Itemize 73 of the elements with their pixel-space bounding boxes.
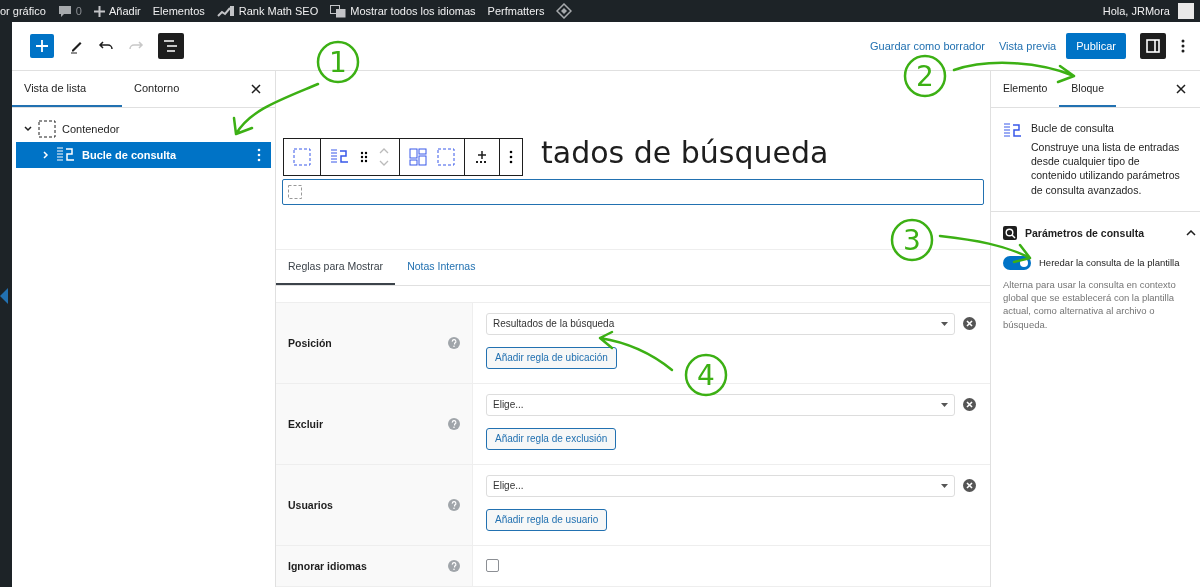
dropdown-arrow-icon [941, 403, 948, 407]
remove-icon[interactable] [963, 398, 976, 412]
dashed-square-icon [288, 184, 302, 199]
translate-icon [330, 4, 347, 18]
admin-bar-link[interactable]: Perfmatters [481, 5, 551, 17]
rule-label: Posición [288, 337, 332, 349]
number-annotation: 2 [903, 54, 947, 98]
plus-icon [35, 39, 49, 53]
greeting[interactable]: Hola, JRMora [1096, 5, 1176, 17]
list-icon [163, 39, 179, 53]
loop-icon [1003, 122, 1023, 140]
add-rule-button[interactable]: Añadir regla de exclusión [486, 428, 617, 450]
select-field[interactable]: Elige... [486, 394, 955, 416]
toggle-label: Heredar la consulta de la plantilla [1039, 257, 1180, 269]
close-icon[interactable] [251, 84, 261, 94]
diamond-icon [556, 3, 573, 19]
rule-label: Usuarios [288, 499, 333, 511]
preview-link[interactable]: Vista previa [998, 40, 1057, 52]
sidebar-icon [1146, 39, 1160, 53]
panel-header[interactable]: Parámetros de consulta [1003, 225, 1196, 240]
chevron-icon [24, 125, 32, 133]
sidebar-tab[interactable]: Elemento [991, 71, 1060, 107]
chevron-icon [1186, 229, 1196, 236]
rule-label: Excluir [288, 418, 324, 430]
loop-icon[interactable] [330, 148, 350, 166]
dropdown-arrow-icon [941, 484, 948, 488]
select-field[interactable]: Elige... [486, 475, 955, 497]
save-draft-link[interactable]: Guardar como borrador [870, 40, 985, 52]
tree-item[interactable]: Contenedor [16, 116, 271, 142]
chevron-icon [42, 151, 50, 159]
dashed-square-icon [38, 120, 56, 138]
chart-icon [216, 5, 235, 17]
sidebar-tab[interactable]: Bloque [1059, 71, 1117, 107]
container-block[interactable] [282, 178, 984, 205]
rule-label: Ignorar idiomas [288, 560, 367, 572]
admin-bar-link[interactable]: Elementos [146, 5, 211, 17]
query-icon [1003, 225, 1017, 240]
panel-tab[interactable]: Contorno [122, 71, 232, 107]
admin-bar-link[interactable]: or gráfico [0, 5, 52, 17]
remove-icon[interactable] [963, 317, 976, 331]
panel-tab[interactable]: Vista de lista [12, 71, 122, 107]
settings-button[interactable] [1140, 33, 1166, 59]
add-block-button[interactable] [30, 34, 54, 58]
tree-item[interactable]: Bucle de consulta [16, 142, 271, 168]
checkbox[interactable] [486, 559, 499, 573]
add-rule-button[interactable]: Añadir regla de ubicación [486, 347, 617, 369]
list-view-button[interactable] [158, 33, 184, 59]
languages-link[interactable]: Mostrar todos los idiomas [324, 4, 482, 18]
rank-math-link[interactable]: Rank Math SEO [210, 5, 325, 17]
number-annotation: 3 [890, 218, 934, 262]
meta-tab[interactable]: Reglas para Mostrar [276, 249, 396, 285]
comment-icon [57, 4, 72, 18]
add-rule-button[interactable]: Añadir regla de usuario [486, 509, 608, 531]
plus-icon [94, 5, 105, 17]
dropdown-arrow-icon [941, 322, 948, 326]
grid-icon[interactable] [409, 148, 427, 166]
number-annotation: 4 [684, 353, 728, 397]
number-annotation: 1 [316, 40, 360, 84]
add-new-link[interactable]: Añadir [88, 5, 147, 17]
block-name: Bucle de consulta [1031, 122, 1115, 134]
more-icon[interactable] [1180, 38, 1186, 54]
loop-icon [56, 146, 76, 164]
post-title[interactable]: tados de búsqueda [276, 99, 990, 170]
more-icon[interactable] [509, 150, 513, 164]
comments-link[interactable]: 0 [51, 4, 88, 18]
block-description: Construye una lista de entradas desde cualquier tipo de contenido utilizando parámetros de consulta avanzados. [1031, 140, 1181, 197]
publish-button[interactable]: Publicar [1066, 33, 1126, 59]
meta-tab[interactable]: Notas Internas [395, 249, 488, 285]
close-icon[interactable] [1176, 84, 1186, 94]
select-field[interactable]: Resultados de la búsqueda [486, 313, 955, 335]
help-text: Alterna para usar la consulta en contexto global que se establecerá con la plantilla actual, como alternativa al archivo o búsqueda. [1003, 277, 1177, 331]
drag-handle-icon[interactable] [360, 151, 368, 163]
remove-icon[interactable] [963, 479, 976, 493]
